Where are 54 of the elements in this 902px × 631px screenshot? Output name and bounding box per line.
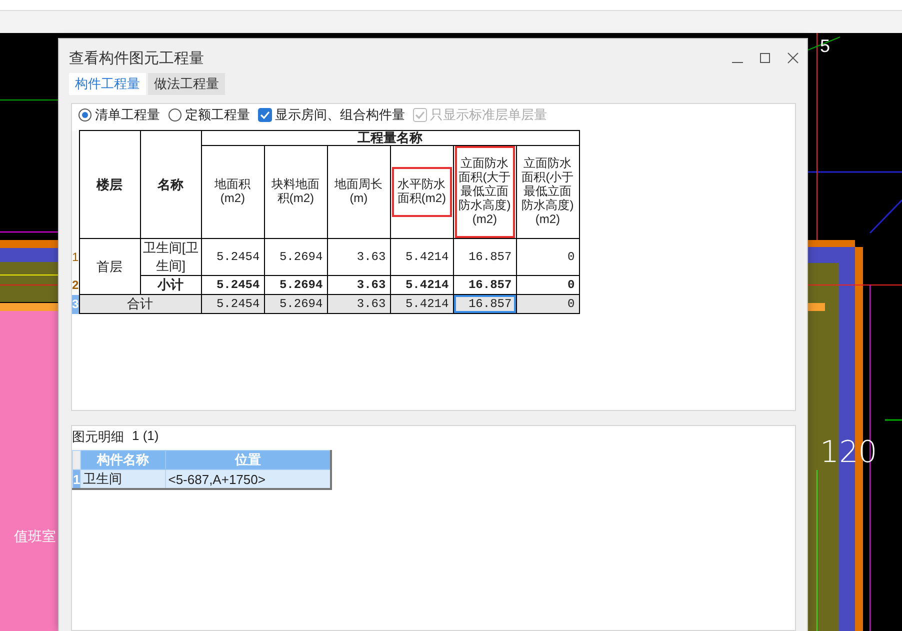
window-title: 查看构件图元工程量 <box>69 48 205 68</box>
column-header: 立面防水面积(大于最低立面防水高度)(m2) <box>454 146 515 238</box>
table-cell: 合计 <box>79 294 202 314</box>
column-header: 块料地面积(m2) <box>270 176 321 207</box>
table-cell: 16.857 <box>454 295 516 313</box>
table-cell-text: 3.63 <box>356 249 387 266</box>
tab[interactable]: 做法工程量 <box>148 73 225 95</box>
close-icon <box>787 52 799 64</box>
table-cell-text: 5.2694 <box>278 277 324 294</box>
column-header: 构件名称 <box>80 450 166 470</box>
count-label: 1 (1) <box>132 428 159 445</box>
grid-line <box>869 199 902 234</box>
table-cell-text: 5.2454 <box>215 277 261 294</box>
checkbox-icon <box>258 108 272 122</box>
cad-label: 值班室 <box>14 528 56 546</box>
row-number: 3 <box>72 294 80 314</box>
table-cell-text: 3.63 <box>356 277 387 294</box>
table-cell: 卫生间[卫生间] <box>140 238 202 276</box>
table-cell-text: 5.2694 <box>278 296 324 313</box>
table-cell-text: 0 <box>566 296 576 313</box>
table-cell-text: 16.857 <box>467 249 513 266</box>
table-cell-text: 16.857 <box>467 277 513 294</box>
grid-line <box>885 419 902 421</box>
column-header: 地面周长(m) <box>334 176 384 207</box>
table-cell[interactable]: 卫生间 <box>80 470 166 489</box>
table-cell-text: 5.2454 <box>215 296 261 313</box>
row-number: 1 <box>72 470 81 489</box>
row-number: 2 <box>72 276 80 294</box>
table-cell-text: 5.2694 <box>278 249 324 266</box>
table-cell-text: 3.63 <box>356 296 387 313</box>
radio-button[interactable]: 清单工程量 <box>78 106 160 124</box>
column-header: 立面防水面积(小于最低立面防水高度)(m2) <box>520 155 575 228</box>
table-cell[interactable]: <5-687,A+1750> <box>166 470 332 489</box>
column-header: 位置 <box>166 450 332 470</box>
table-cell-text: 5.4214 <box>404 296 450 313</box>
column-header: 地面积(m2) <box>214 176 252 207</box>
table-cell-text: 0 <box>566 249 576 266</box>
table-cell-text: 5.4214 <box>404 277 450 294</box>
row-number: 1 <box>72 238 80 276</box>
checkbox[interactable]: 显示房间、组合构件量 <box>258 106 405 124</box>
column-header: 名称 <box>140 130 202 238</box>
column-group-header: 工程量名称 <box>201 130 580 146</box>
radio-icon <box>168 108 182 122</box>
table-cell-text: 5.2454 <box>215 249 261 266</box>
radio-icon <box>78 108 92 122</box>
maximize-icon <box>759 52 771 64</box>
tab[interactable]: 构件工程量 <box>69 73 146 95</box>
radio-button[interactable]: 定额工程量 <box>168 106 250 124</box>
checkbox-icon <box>413 108 427 122</box>
section-title: 图元明细 <box>72 428 124 446</box>
column-header: 水平防水面积(m2) <box>392 167 452 217</box>
column-header: 楼层 <box>79 130 140 238</box>
table-cell-text: 0 <box>566 277 576 294</box>
table-cell-text: 5.4214 <box>404 249 450 266</box>
